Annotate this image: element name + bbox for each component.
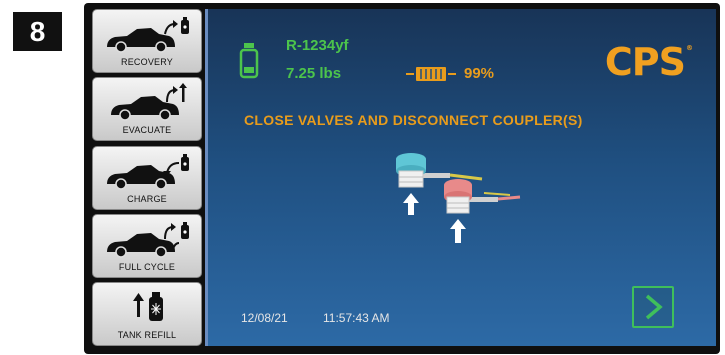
recovery-label: RECOVERY xyxy=(121,57,173,67)
battery-level: 99% xyxy=(464,65,495,82)
refrigerant-type: R-1234yf xyxy=(286,37,349,54)
next-button[interactable] xyxy=(632,286,674,328)
mode-sidebar: RECOVERY EVACUATE CHARGE FULL CYCLE TANK… xyxy=(92,9,203,346)
cps-logo: CPS® xyxy=(604,40,693,84)
tank-refill-button[interactable]: TANK REFILL xyxy=(92,282,202,346)
full-cycle-button[interactable]: FULL CYCLE xyxy=(92,214,202,278)
evacuate-label: EVACUATE xyxy=(122,125,172,135)
registered-mark: ® xyxy=(686,44,693,52)
charge-button[interactable]: CHARGE xyxy=(92,146,202,210)
time-display: 11:57:43 AM xyxy=(323,311,390,325)
step-number: 8 xyxy=(29,15,46,47)
car-recovery-icon xyxy=(107,17,189,53)
refrigerant-weight: 7.25 lbs xyxy=(286,65,342,82)
logo-text: CPS xyxy=(604,40,686,84)
battery-icon xyxy=(406,67,456,81)
evacuate-button[interactable]: EVACUATE xyxy=(92,77,202,141)
car-charge-icon xyxy=(107,154,189,190)
refrigerant-tank-icon xyxy=(239,43,259,79)
car-full-cycle-icon xyxy=(107,222,189,258)
car-evacuate-icon xyxy=(111,83,187,121)
tank-refill-label: TANK REFILL xyxy=(117,330,177,340)
recovery-button[interactable]: RECOVERY xyxy=(92,9,202,73)
full-cycle-label: FULL CYCLE xyxy=(118,262,176,272)
high-side-coupler-icon xyxy=(444,179,521,243)
tank-refill-icon xyxy=(133,292,163,321)
date-display: 12/08/21 xyxy=(241,311,288,325)
instruction-text: CLOSE VALVES AND DISCONNECT COUPLER(S) xyxy=(244,112,583,128)
charge-label: CHARGE xyxy=(127,194,167,204)
step-number-badge: 8 xyxy=(13,12,62,51)
main-display: R-1234yf 7.25 lbs 99% CPS® CLOSE VALVES … xyxy=(208,9,716,346)
couplers-illustration xyxy=(396,153,521,243)
chevron-right-icon xyxy=(645,294,663,320)
